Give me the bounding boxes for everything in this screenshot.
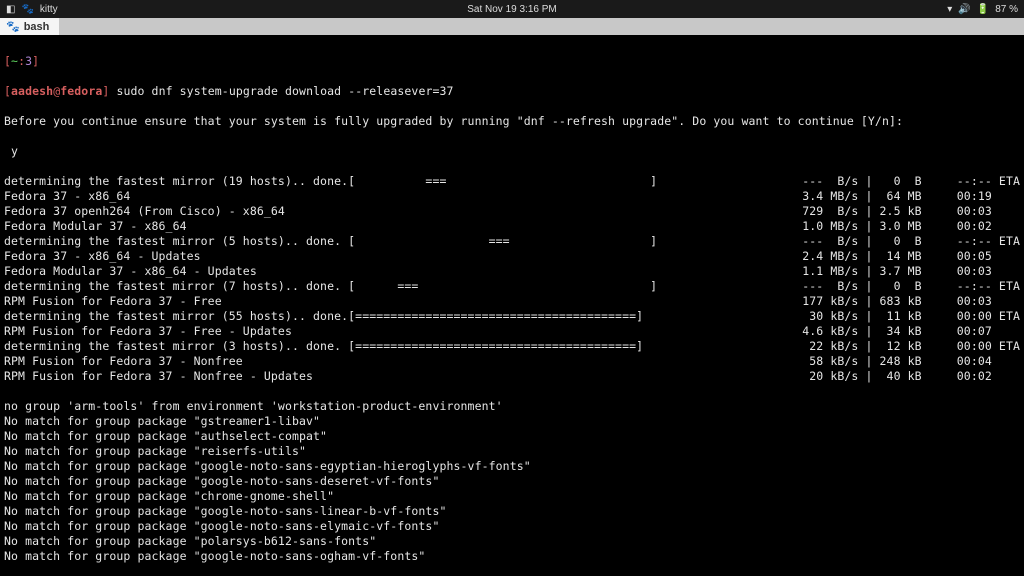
row-label: Fedora 37 - x86_64 xyxy=(4,189,130,204)
row-label: Fedora 37 - x86_64 - Updates xyxy=(4,249,201,264)
download-row: Fedora Modular 37 - x86_64 1.0 MB/s | 3.… xyxy=(4,219,1020,234)
row-stats: 1.0 MB/s | 3.0 MB 00:02 xyxy=(795,219,1020,234)
row-label: Fedora Modular 37 - x86_64 - Updates xyxy=(4,264,257,279)
download-row: Fedora 37 openh264 (From Cisco) - x86_64… xyxy=(4,204,1020,219)
confirm-answer: y xyxy=(4,144,1020,159)
download-row: Fedora Modular 37 - x86_64 - Updates 1.1… xyxy=(4,264,1020,279)
row-stats: --- B/s | 0 B --:-- ETA xyxy=(795,174,1020,189)
download-row: RPM Fusion for Fedora 37 - Nonfree - Upd… xyxy=(4,369,1020,384)
row-spacer xyxy=(257,264,795,279)
terminal-tab-bar: 🐾 bash xyxy=(0,18,1024,35)
download-row: determining the fastest mirror (55 hosts… xyxy=(4,309,1020,324)
row-spacer xyxy=(130,189,795,204)
row-stats: 729 B/s | 2.5 kB 00:03 xyxy=(795,204,1020,219)
prompt-line: [~:3] xyxy=(4,54,1020,69)
battery-percent-label: 87 % xyxy=(995,4,1018,15)
row-spacer xyxy=(643,339,795,354)
row-label: Fedora 37 openh264 (From Cisco) - x86_64 xyxy=(4,204,285,219)
app-name-label: kitty xyxy=(40,4,58,15)
row-stats: 177 kB/s | 683 kB 00:03 xyxy=(795,294,1020,309)
row-label: determining the fastest mirror (55 hosts… xyxy=(4,309,643,324)
activities-icon[interactable]: ◧ xyxy=(6,4,15,15)
app-paw-icon: 🐾 xyxy=(21,4,33,15)
download-row: determining the fastest mirror (5 hosts)… xyxy=(4,234,1020,249)
row-spacer xyxy=(292,324,795,339)
row-spacer xyxy=(222,294,796,309)
row-spacer xyxy=(285,204,795,219)
command-line: [aadesh@fedora] sudo dnf system-upgrade … xyxy=(4,84,1020,99)
download-row: RPM Fusion for Fedora 37 - Free 177 kB/s… xyxy=(4,294,1020,309)
message-line: No match for group package "reiserfs-uti… xyxy=(4,444,1020,459)
row-stats: --- B/s | 0 B --:-- ETA xyxy=(795,279,1020,294)
message-line: No match for group package "authselect-c… xyxy=(4,429,1020,444)
row-stats: 4.6 kB/s | 34 kB 00:07 xyxy=(795,324,1020,339)
row-stats: 22 kB/s | 12 kB 00:00 ETA xyxy=(795,339,1020,354)
message-line: No match for group package "google-noto-… xyxy=(4,519,1020,534)
row-label: determining the fastest mirror (5 hosts)… xyxy=(4,234,657,249)
row-spacer xyxy=(657,234,795,249)
row-stats: --- B/s | 0 B --:-- ETA xyxy=(795,234,1020,249)
row-stats: 2.4 MB/s | 14 MB 00:05 xyxy=(795,249,1020,264)
download-row: RPM Fusion for Fedora 37 - Nonfree 58 kB… xyxy=(4,354,1020,369)
row-spacer xyxy=(201,249,796,264)
row-spacer xyxy=(657,279,795,294)
row-label: RPM Fusion for Fedora 37 - Free xyxy=(4,294,222,309)
caret-down-icon[interactable]: ▾ xyxy=(947,4,952,15)
row-spacer xyxy=(187,219,796,234)
row-label: RPM Fusion for Fedora 37 - Free - Update… xyxy=(4,324,292,339)
download-row: Fedora 37 - x86_64 - Updates 2.4 MB/s | … xyxy=(4,249,1020,264)
tab-bash[interactable]: 🐾 bash xyxy=(0,18,59,35)
row-spacer xyxy=(243,354,795,369)
message-line: No match for group package "gstreamer1-l… xyxy=(4,414,1020,429)
paw-icon: 🐾 xyxy=(6,20,20,33)
row-label: RPM Fusion for Fedora 37 - Nonfree xyxy=(4,354,243,369)
download-row: Fedora 37 - x86_64 3.4 MB/s | 64 MB 00:1… xyxy=(4,189,1020,204)
message-line: No match for group package "google-noto-… xyxy=(4,459,1020,474)
message-line: No match for group package "chrome-gnome… xyxy=(4,489,1020,504)
download-row: RPM Fusion for Fedora 37 - Free - Update… xyxy=(4,324,1020,339)
message-line: No match for group package "polarsys-b61… xyxy=(4,534,1020,549)
row-spacer xyxy=(657,174,795,189)
row-label: determining the fastest mirror (3 hosts)… xyxy=(4,339,643,354)
download-rows: determining the fastest mirror (19 hosts… xyxy=(4,174,1020,384)
download-row: determining the fastest mirror (19 hosts… xyxy=(4,174,1020,189)
message-lines: no group 'arm-tools' from environment 'w… xyxy=(4,399,1020,564)
row-label: determining the fastest mirror (19 hosts… xyxy=(4,174,657,189)
download-row: determining the fastest mirror (7 hosts)… xyxy=(4,279,1020,294)
terminal-viewport[interactable]: [~:3] [aadesh@fedora] sudo dnf system-up… xyxy=(0,35,1024,576)
row-stats: 58 kB/s | 248 kB 00:04 xyxy=(795,354,1020,369)
battery-icon[interactable]: 🔋 xyxy=(977,4,989,15)
tab-label: bash xyxy=(24,21,50,33)
row-stats: 1.1 MB/s | 3.7 MB 00:03 xyxy=(795,264,1020,279)
message-line: No match for group package "google-noto-… xyxy=(4,549,1020,564)
row-stats: 20 kB/s | 40 kB 00:02 xyxy=(795,369,1020,384)
clock-label[interactable]: Sat Nov 19 3:16 PM xyxy=(467,4,557,15)
row-spacer xyxy=(643,309,795,324)
row-stats: 3.4 MB/s | 64 MB 00:19 xyxy=(795,189,1020,204)
message-line: no group 'arm-tools' from environment 'w… xyxy=(4,399,1020,414)
row-stats: 30 kB/s | 11 kB 00:00 ETA xyxy=(795,309,1020,324)
system-top-bar: ◧ 🐾 kitty Sat Nov 19 3:16 PM ▾ 🔊 🔋 87 % xyxy=(0,0,1024,18)
confirm-prompt: Before you continue ensure that your sys… xyxy=(4,114,1020,129)
row-spacer xyxy=(313,369,795,384)
message-line: No match for group package "google-noto-… xyxy=(4,504,1020,519)
row-label: determining the fastest mirror (7 hosts)… xyxy=(4,279,657,294)
volume-icon[interactable]: 🔊 xyxy=(958,4,970,15)
download-row: determining the fastest mirror (3 hosts)… xyxy=(4,339,1020,354)
row-label: Fedora Modular 37 - x86_64 xyxy=(4,219,187,234)
row-label: RPM Fusion for Fedora 37 - Nonfree - Upd… xyxy=(4,369,313,384)
message-line: No match for group package "google-noto-… xyxy=(4,474,1020,489)
